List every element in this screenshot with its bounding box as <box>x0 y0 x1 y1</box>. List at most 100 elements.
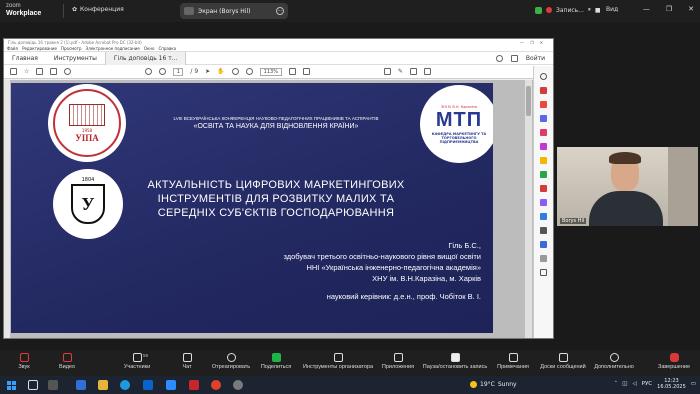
conference-menu[interactable]: ✿ Конференция <box>72 6 124 13</box>
acrobat-window-controls[interactable]: —❐✕ <box>520 39 553 46</box>
sign-icon[interactable] <box>409 68 417 75</box>
heart-icon <box>226 353 236 362</box>
menu-help[interactable]: Справка <box>158 46 176 51</box>
combine-files-icon[interactable] <box>540 129 547 136</box>
send-icon[interactable] <box>540 213 547 220</box>
record-dot-icon <box>546 7 552 13</box>
end-button[interactable]: Завершение <box>644 353 700 370</box>
expand-icon[interactable] <box>540 269 547 276</box>
help-icon[interactable] <box>495 54 503 62</box>
security-shield-icon[interactable] <box>535 6 542 14</box>
app-icon[interactable] <box>233 380 243 390</box>
file-explorer-icon[interactable] <box>98 380 108 390</box>
menu-edit[interactable]: Редактирование <box>22 46 57 51</box>
menu-view[interactable]: Просмотр <box>61 46 82 51</box>
organize-pages-icon[interactable] <box>540 143 547 150</box>
maximize-icon[interactable]: ❐ <box>666 5 672 13</box>
star-icon[interactable]: ☆ <box>24 68 29 75</box>
stop-icon[interactable]: ■ <box>595 7 601 14</box>
windows-start-icon[interactable] <box>6 380 16 390</box>
apps-label: Приложения <box>381 364 415 370</box>
screen-share-indicator[interactable]: Экран (Borys Hil) ⋯ <box>180 3 288 19</box>
notification-icon[interactable]: ▭ <box>691 381 696 387</box>
paw-icon: ✿ <box>72 6 78 13</box>
tools-icon[interactable] <box>540 255 547 262</box>
chevron-up-icon[interactable]: ˄ <box>614 381 617 387</box>
menu-window[interactable]: Окно <box>144 46 155 51</box>
close-icon[interactable]: ✕ <box>688 5 694 13</box>
more-button[interactable]: Дополнительно <box>584 353 644 370</box>
zoom-out-icon[interactable] <box>231 68 239 75</box>
conference-label: Конференция <box>80 6 124 13</box>
zoom-app-icon[interactable] <box>166 380 176 390</box>
zoom-logo: zoom Workplace <box>6 3 41 17</box>
outlook-icon[interactable] <box>143 380 153 390</box>
language-indicator[interactable]: РУС <box>642 381 653 387</box>
building-icon <box>69 103 105 126</box>
tab-document[interactable]: Гіль доповідь 16 т... <box>104 51 187 65</box>
page-down-icon[interactable] <box>159 68 167 75</box>
fit-page-icon[interactable] <box>288 68 296 75</box>
menu-file[interactable]: Файл <box>7 46 18 51</box>
comment-icon[interactable] <box>383 68 391 75</box>
zoom-brand-line2: Workplace <box>6 10 42 17</box>
scroll-mode-icon[interactable] <box>302 68 310 75</box>
search-icon[interactable] <box>540 73 547 80</box>
shield-icon[interactable] <box>540 241 547 248</box>
pause-record-button[interactable]: Пауза/остановить запись <box>417 353 493 370</box>
notifications-icon[interactable] <box>510 54 518 62</box>
weather-widget[interactable]: 19°C Sunny <box>470 381 517 388</box>
recording-indicator[interactable]: Запись... ⏸ ■ <box>535 6 601 14</box>
acrobat-app-icon[interactable] <box>189 380 199 390</box>
page-number-input[interactable]: 1 <box>173 67 184 76</box>
page-up-icon[interactable] <box>145 68 153 75</box>
stamp-icon[interactable] <box>423 68 431 75</box>
cursor-icon[interactable]: ➤ <box>205 68 210 75</box>
shield-icon <box>333 353 343 362</box>
scrollbar-thumb[interactable] <box>526 86 531 116</box>
document-scrollbar[interactable] <box>525 80 532 338</box>
more-tools-icon[interactable] <box>540 227 547 234</box>
upload-icon[interactable] <box>36 68 44 75</box>
zoom-in-icon[interactable] <box>245 68 253 75</box>
view-label: Вид <box>606 6 619 13</box>
minimize-icon[interactable]: — <box>643 5 650 13</box>
edit-pdf-icon[interactable] <box>540 115 547 122</box>
comment-tool-icon[interactable] <box>540 157 547 164</box>
more-icon[interactable]: ⋯ <box>276 7 284 15</box>
create-pdf-icon[interactable] <box>540 101 547 108</box>
hand-icon[interactable]: ✋ <box>217 68 224 75</box>
acrobat-title-bar: Гіль доповідь 16 травня 2 (1).pdf - Adob… <box>4 39 553 46</box>
print-icon[interactable] <box>50 68 58 75</box>
zoom-level-select[interactable]: 113% <box>259 67 282 76</box>
signin-button[interactable]: Войти <box>526 55 545 62</box>
weather-text: Sunny <box>497 381 517 388</box>
export-pdf-icon[interactable] <box>540 87 547 94</box>
app-icon[interactable] <box>76 380 86 390</box>
webcam-tile[interactable]: Borys Hil <box>557 147 698 226</box>
chrome-icon[interactable] <box>211 380 221 390</box>
navigation-pane-toggle[interactable] <box>4 80 10 338</box>
background-door <box>668 147 698 226</box>
acrobat-title: Гіль доповідь 16 травня 2 (1).pdf - Adob… <box>8 40 142 45</box>
pause-stop-icon <box>450 353 460 362</box>
tab-tools[interactable]: Инструменты <box>46 52 105 65</box>
view-menu[interactable]: Вид <box>606 6 618 13</box>
volume-icon[interactable]: ◁ <box>632 381 636 387</box>
video-button[interactable]: Видео <box>37 353 97 370</box>
protect-icon[interactable] <box>540 185 547 192</box>
edge-icon[interactable] <box>120 380 130 390</box>
scan-icon[interactable] <box>540 171 547 178</box>
more-icon <box>609 353 619 362</box>
pause-icon[interactable]: ⏸ <box>588 6 591 14</box>
clock[interactable]: 12:23 16.05.2025 <box>657 378 686 390</box>
fill-sign-icon[interactable] <box>540 199 547 206</box>
task-view-icon[interactable] <box>48 380 58 390</box>
tab-home[interactable]: Главная <box>4 52 46 65</box>
pen-icon[interactable]: ✎ <box>398 68 403 75</box>
network-icon[interactable]: ◫ <box>622 381 627 387</box>
save-icon[interactable] <box>10 68 17 75</box>
search-icon[interactable] <box>64 68 72 75</box>
search-icon[interactable] <box>28 380 38 390</box>
menu-sign[interactable]: Электронное подписание <box>86 46 140 51</box>
